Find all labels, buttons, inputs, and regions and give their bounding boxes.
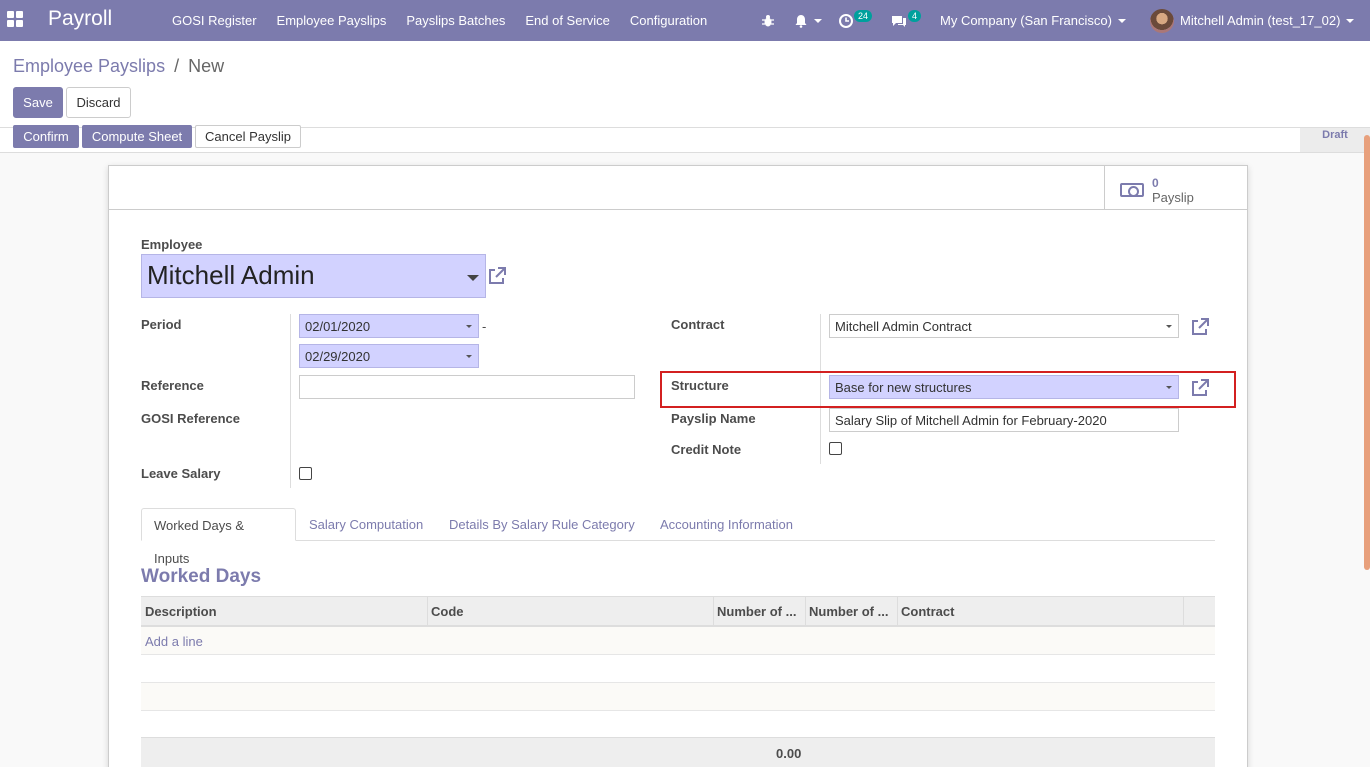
top-navbar: Payroll GOSI Register Employee Payslips … (0, 0, 1370, 41)
column-contract[interactable]: Contract (897, 597, 1184, 626)
cancel-payslip-button[interactable]: Cancel Payslip (195, 125, 301, 148)
external-link-icon[interactable] (487, 266, 507, 286)
payslip-name-label: Payslip Name (671, 411, 756, 426)
chevron-down-icon (814, 18, 822, 23)
breadcrumb-current: New (188, 56, 225, 76)
tab-worked-days-inputs[interactable]: Worked Days & Inputs (141, 508, 296, 566)
status-draft: Draft (1300, 128, 1370, 152)
tab-accounting-information[interactable]: Accounting Information (648, 508, 805, 541)
employee-label: Employee (141, 237, 203, 252)
company-name: My Company (San Francisco) (940, 13, 1112, 28)
activity-badge: 24 (854, 9, 873, 22)
vertical-scrollbar[interactable] (1364, 135, 1370, 570)
table-row (141, 711, 1215, 739)
contract-field[interactable]: Mitchell Admin Contract (829, 314, 1179, 338)
compute-sheet-button[interactable]: Compute Sheet (82, 125, 192, 148)
table-row: Add a line (141, 627, 1215, 655)
date-from-field[interactable]: 02/01/2020 (299, 314, 479, 338)
company-switcher[interactable]: My Company (San Francisco) (940, 0, 1126, 41)
avatar (1150, 8, 1174, 33)
menu-gosi-register[interactable]: GOSI Register (162, 0, 267, 41)
date-separator: - (482, 319, 487, 334)
table-footer: 0.00 (141, 737, 1215, 767)
column-number-of-hours[interactable]: Number of ... (805, 597, 898, 626)
messages-chat-icon[interactable]: 4 (891, 0, 922, 41)
menu-employee-payslips[interactable]: Employee Payslips (267, 0, 397, 41)
user-menu[interactable]: Mitchell Admin (test_17_02) (1150, 0, 1355, 41)
tab-details-by-salary-rule-category[interactable]: Details By Salary Rule Category (437, 508, 647, 541)
notification-bell-icon[interactable] (794, 0, 822, 41)
breadcrumb: Employee Payslips / New (13, 56, 224, 77)
app-title: Payroll (48, 7, 113, 30)
reference-label: Reference (141, 378, 204, 393)
gosi-reference-label: GOSI Reference (141, 411, 240, 426)
notebook-tabs: Worked Days & Inputs Salary Computation … (141, 508, 1215, 566)
period-label: Period (141, 317, 182, 332)
column-number-of-days[interactable]: Number of ... (713, 597, 806, 626)
chevron-down-icon (1166, 325, 1172, 328)
credit-note-checkbox[interactable] (829, 442, 842, 455)
table-row (141, 683, 1215, 711)
statusbar: Confirm Compute Sheet Cancel Payslip Dra… (0, 125, 1370, 153)
chevron-down-icon (466, 355, 472, 358)
messages-badge: 4 (908, 9, 922, 22)
contract-value: Mitchell Admin Contract (835, 319, 972, 334)
worked-days-title: Worked Days (141, 566, 262, 587)
leave-salary-checkbox[interactable] (299, 467, 312, 480)
discard-button[interactable]: Discard (66, 87, 131, 118)
external-link-icon[interactable] (1190, 317, 1210, 337)
apps-menu-icon[interactable] (7, 11, 23, 27)
date-to-value: 02/29/2020 (305, 349, 371, 364)
chevron-down-icon (466, 325, 472, 328)
table-total: 0.00 (776, 746, 802, 761)
user-name: Mitchell Admin (test_17_02) (1180, 13, 1341, 28)
table-row (141, 655, 1215, 683)
employee-field[interactable]: Mitchell Admin (141, 254, 486, 298)
payslip-name-input[interactable]: Salary Slip of Mitchell Admin for Februa… (829, 408, 1179, 432)
debug-bug-icon[interactable] (761, 0, 775, 41)
main-menu: GOSI Register Employee Payslips Payslips… (162, 0, 717, 41)
payslip-smart-button[interactable]: 0 Payslip (1104, 166, 1247, 210)
payslip-count: 0 (1152, 176, 1159, 190)
leave-salary-label: Leave Salary (141, 466, 221, 481)
save-button[interactable]: Save (13, 87, 63, 118)
tab-salary-computation[interactable]: Salary Computation (297, 508, 435, 541)
divider (290, 314, 291, 488)
date-from-value: 02/01/2020 (305, 319, 371, 334)
employee-value: Mitchell Admin (147, 260, 315, 290)
add-a-line-link[interactable]: Add a line (145, 634, 203, 649)
chevron-down-icon (1346, 18, 1355, 23)
activity-clock-icon[interactable]: 24 (839, 0, 873, 41)
credit-note-label: Credit Note (671, 442, 742, 457)
date-to-field[interactable]: 02/29/2020 (299, 344, 479, 368)
money-icon (1120, 183, 1144, 197)
breadcrumb-separator: / (174, 56, 180, 76)
control-panel: Employee Payslips / New Save Discard (0, 41, 1370, 128)
column-description[interactable]: Description (141, 597, 428, 626)
menu-end-of-service[interactable]: End of Service (515, 0, 620, 41)
menu-payslips-batches[interactable]: Payslips Batches (396, 0, 515, 41)
chevron-down-icon (1117, 18, 1126, 23)
structure-highlight-box (660, 371, 1236, 408)
confirm-button[interactable]: Confirm (13, 125, 79, 148)
reference-input[interactable] (299, 375, 635, 399)
breadcrumb-parent[interactable]: Employee Payslips (13, 56, 165, 76)
menu-configuration[interactable]: Configuration (620, 0, 717, 41)
column-code[interactable]: Code (427, 597, 714, 626)
contract-label: Contract (671, 317, 725, 332)
payslip-count-label: Payslip (1152, 190, 1194, 205)
chevron-down-icon (467, 275, 479, 281)
button-box: 0 Payslip (109, 166, 1247, 210)
table-header: Description Code Number of ... Number of… (141, 596, 1215, 627)
